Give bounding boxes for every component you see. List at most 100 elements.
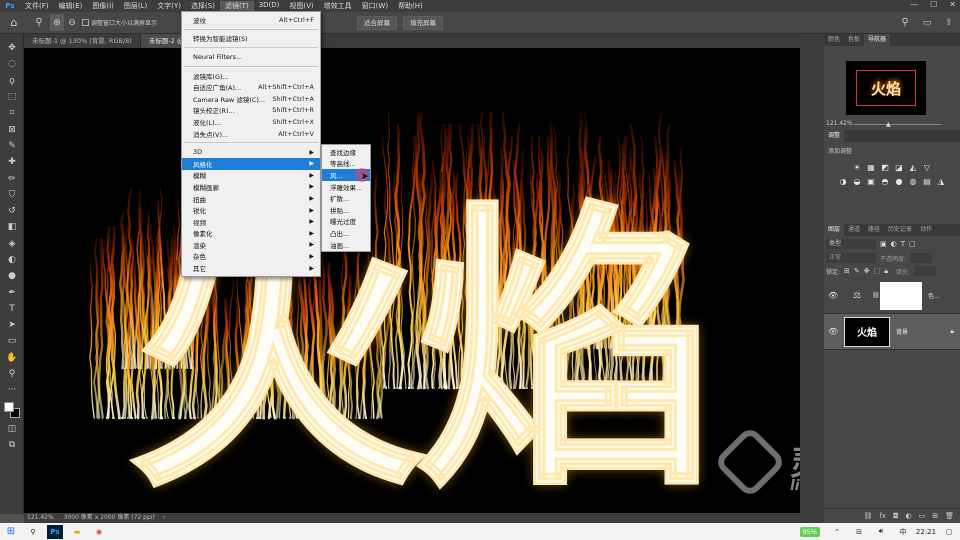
adjustment-icon[interactable]: ▽ — [922, 162, 932, 172]
zoom-tool-icon[interactable]: ⚲ — [28, 14, 50, 31]
brush-tool-icon[interactable]: ✏ — [0, 170, 24, 186]
adjustment-icon[interactable]: ◮ — [936, 176, 946, 186]
filter-menu-item[interactable]: 波纹 Alt+Ctrl+F — [182, 14, 320, 26]
object-select-tool-icon[interactable]: ⬚ — [0, 89, 24, 105]
paint-bucket-tool-icon[interactable]: ◈ — [0, 236, 24, 252]
tab-navigator[interactable]: 导航器 — [864, 34, 891, 46]
filter-menu-item[interactable]: 镜头校正(R)... Shift+Ctrl+R — [182, 105, 320, 117]
adjustment-icon[interactable]: ◭ — [908, 162, 918, 172]
maximize-icon[interactable]: ☐ — [930, 0, 937, 12]
blend-mode-select[interactable]: 正常 — [826, 253, 876, 263]
more-tools-icon[interactable]: ··· — [0, 382, 24, 398]
adjustment-icon[interactable]: ◪ — [894, 162, 904, 172]
add-mask-icon[interactable]: ◘ — [893, 512, 899, 520]
adjustment-icon[interactable]: ▣ — [866, 176, 876, 186]
adjustment-icon[interactable]: ☀ — [852, 162, 862, 172]
filter-menu-item[interactable]: 风格化 ▶ — [182, 157, 320, 170]
search-icon[interactable]: ⚲ — [894, 14, 916, 31]
type-tool-icon[interactable]: T — [0, 301, 24, 317]
stylize-menu-item[interactable]: 凸出... — [322, 227, 370, 239]
navigator-slider-thumb[interactable]: ▲ — [886, 121, 891, 128]
adjustment-icon[interactable]: ▤ — [922, 176, 932, 186]
move-tool-icon[interactable]: ✥ — [0, 40, 24, 56]
layer-row-adjustment[interactable]: 👁︎ ⚖ ⛓ 色... — [824, 278, 960, 314]
menu-3[interactable]: 图层(L) — [119, 1, 152, 11]
tab-color[interactable]: 颜色 — [824, 34, 844, 46]
filter-adjust-icon[interactable]: ◐ — [891, 240, 897, 248]
color-swatch[interactable] — [0, 399, 24, 421]
filter-menu-item[interactable]: 其它 ▶ — [182, 262, 320, 274]
minimize-icon[interactable]: — — [910, 0, 918, 12]
layer-row-background[interactable]: 👁︎ 火焰 背景 🔒︎ — [824, 314, 960, 350]
crop-tool-icon[interactable]: ⌗ — [0, 105, 24, 121]
network-icon[interactable]: ⊟ — [848, 523, 870, 540]
eyedropper-tool-icon[interactable]: ✎ — [0, 138, 24, 154]
blur-tool-icon[interactable]: ◐ — [0, 252, 24, 268]
adjustment-icon[interactable]: ◩ — [880, 162, 890, 172]
filter-menu-item[interactable]: 转换为智能滤镜(S) — [182, 33, 320, 45]
filter-menu-item[interactable]: 渲染 ▶ — [182, 239, 320, 251]
stylize-menu-item[interactable]: 扩散... — [322, 192, 370, 204]
filter-menu-item[interactable]: 3D ▶ — [182, 146, 320, 158]
filter-shape-icon[interactable]: ▢ — [909, 240, 916, 248]
hand-tool-icon[interactable]: ✋ — [0, 350, 24, 366]
visibility-eye-icon[interactable]: 👁︎ — [828, 291, 842, 300]
filter-menu-item[interactable]: 视频 ▶ — [182, 216, 320, 228]
ime-indicator[interactable]: 中 — [892, 523, 914, 540]
stylize-menu-item[interactable]: 浮雕效果... — [322, 181, 370, 193]
layer-mask-thumbnail[interactable] — [880, 281, 922, 310]
screen-mode-icon[interactable]: ⧉ — [0, 437, 24, 453]
lasso-tool-icon[interactable]: ϙ — [0, 73, 24, 89]
tab-paths[interactable]: 路径 — [864, 224, 884, 236]
menu-2[interactable]: 图像(I) — [87, 1, 119, 11]
fill-field[interactable] — [914, 266, 937, 276]
frame-tool-icon[interactable]: ⊠ — [0, 121, 24, 137]
stamp-tool-icon[interactable]: ⛉ — [0, 187, 24, 203]
workspace-icon[interactable]: ▭ — [916, 14, 938, 31]
stylize-menu-item[interactable]: 查找边缘 — [322, 146, 370, 158]
lock-artboard-icon[interactable]: ⬚ — [874, 267, 881, 275]
menu-6[interactable]: 滤镜(T) — [219, 1, 254, 11]
resize-window-checkbox[interactable]: 调整窗口大小以满屏显示 — [82, 18, 157, 27]
marquee-tool-icon[interactable]: ◌ — [0, 56, 24, 72]
filter-menu-item[interactable]: 消失点(V)... Alt+Ctrl+V — [182, 128, 320, 140]
zoom-out-icon[interactable]: ⊖ — [64, 14, 80, 31]
tab-channels[interactable]: 通道 — [844, 224, 864, 236]
lock-move-icon[interactable]: ✥ — [864, 267, 870, 275]
menu-4[interactable]: 文字(Y) — [152, 1, 186, 11]
volume-icon[interactable]: 🔊︎ — [870, 523, 892, 540]
dodge-tool-icon[interactable]: ● — [0, 268, 24, 284]
share-icon[interactable]: ⇪ — [938, 14, 960, 31]
filter-type-icon[interactable]: T — [901, 240, 905, 248]
fill-screen-button[interactable]: 填充屏幕 — [403, 15, 444, 30]
adjustment-icon[interactable]: ◍ — [908, 176, 918, 186]
adjustment-icon[interactable]: ▦ — [866, 162, 876, 172]
zoom-in-icon[interactable]: ⊕ — [50, 14, 64, 31]
notification-icon[interactable]: ▢ — [938, 523, 960, 540]
tab-swatches[interactable]: 色板 — [844, 34, 864, 46]
menu-7[interactable]: 3D(D) — [254, 1, 285, 11]
document-canvas[interactable]: 火焰 火焰 灵感中国 lingganchina.com — [24, 48, 800, 513]
delete-layer-icon[interactable]: 🗑︎ — [945, 512, 954, 520]
menu-9[interactable]: 增效工具 — [319, 1, 357, 11]
filter-menu-item[interactable]: 模糊 ▶ — [182, 170, 320, 182]
shape-tool-icon[interactable]: ▭ — [0, 333, 24, 349]
taskbar-explorer-icon[interactable]: ▬ — [66, 523, 88, 540]
new-group-icon[interactable]: ▭ — [919, 512, 926, 520]
menu-1[interactable]: 编辑(E) — [54, 1, 88, 11]
layer-kind-select[interactable]: 类型 — [826, 239, 876, 249]
lock-paint-icon[interactable]: ✎ — [854, 267, 860, 275]
new-adjustment-icon[interactable]: ◐ — [906, 512, 912, 520]
menu-8[interactable]: 视图(V) — [284, 1, 318, 11]
taskbar-chrome-icon[interactable]: ◉ — [88, 523, 110, 540]
lock-all-icon[interactable]: 🔒︎ — [884, 267, 888, 276]
adjustment-icon[interactable]: ◒ — [852, 176, 862, 186]
taskbar-search-icon[interactable]: ⚲ — [22, 523, 44, 540]
taskbar-photoshop-icon[interactable]: Ps — [47, 524, 63, 539]
doc-tab-1[interactable]: 未标题-1 @ 130% (背景, RGB/8) — [24, 34, 141, 48]
link-layers-icon[interactable]: ⛓ — [863, 512, 872, 520]
filter-pixel-icon[interactable]: ▣ — [880, 240, 887, 248]
tab-actions[interactable]: 动作 — [916, 224, 936, 236]
layer-thumbnail[interactable]: 火焰 — [844, 316, 890, 347]
menu-5[interactable]: 选择(S) — [186, 1, 220, 11]
